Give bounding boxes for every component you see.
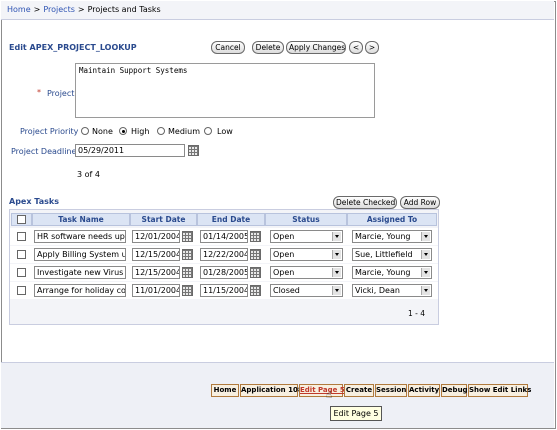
select-all-checkbox[interactable] xyxy=(17,215,26,224)
status-select[interactable]: Open xyxy=(270,248,343,261)
dev-link-edit-page[interactable]: Edit Page 5 xyxy=(299,384,345,397)
dev-link-session[interactable]: Session xyxy=(375,384,407,397)
row-checkbox[interactable] xyxy=(17,232,26,241)
breadcrumb-current: Projects and Tasks xyxy=(87,5,161,14)
project-label: Project xyxy=(47,89,75,98)
breadcrumb-home[interactable]: Home xyxy=(7,5,31,14)
dev-link-debug[interactable]: Debug xyxy=(441,384,468,397)
edit-form-title: Edit APEX_PROJECT_LOOKUP xyxy=(9,43,137,52)
row-checkbox[interactable] xyxy=(17,250,26,259)
deadline-label: Project Deadline xyxy=(11,147,77,156)
assigned-to-select[interactable]: Marcie, Young xyxy=(352,266,432,279)
column-header-start-date[interactable]: Start Date xyxy=(130,213,197,226)
status-value: Open xyxy=(273,268,295,277)
end-date-input[interactable]: 01/28/2005 xyxy=(200,266,248,279)
record-count: 3 of 4 xyxy=(77,170,100,179)
status-value: Open xyxy=(273,250,295,259)
status-select[interactable]: Open xyxy=(270,266,343,279)
project-textarea[interactable]: Maintain Support Systems xyxy=(75,63,375,118)
next-record-button[interactable]: > xyxy=(365,41,379,54)
priority-label: Project Priority xyxy=(20,127,79,136)
assigned-to-select[interactable]: Sue, Littlefield xyxy=(352,248,432,261)
start-date-input[interactable]: 11/01/2004 xyxy=(132,284,180,297)
task-name-input[interactable]: Arrange for holiday co xyxy=(34,284,126,297)
calendar-icon[interactable] xyxy=(250,285,261,296)
apply-changes-button[interactable]: Apply Changes xyxy=(286,41,346,54)
chevron-down-icon xyxy=(332,268,341,277)
priority-low-label: Low xyxy=(217,127,233,136)
calendar-icon[interactable] xyxy=(250,231,261,242)
breadcrumb-bar: Home > Projects > Projects and Tasks xyxy=(1,1,554,20)
tasks-region-title: Apex Tasks xyxy=(9,197,59,206)
column-header-assigned-to[interactable]: Assigned To xyxy=(347,213,437,226)
chevron-down-icon xyxy=(332,232,341,241)
hand-cursor-icon: ☝ xyxy=(326,390,333,401)
calendar-icon[interactable] xyxy=(182,267,193,278)
end-date-input[interactable]: 12/22/2004 xyxy=(200,248,248,261)
dev-link-create[interactable]: Create xyxy=(344,384,374,397)
required-indicator: * xyxy=(37,88,41,97)
chevron-down-icon xyxy=(332,286,341,295)
calendar-icon[interactable] xyxy=(182,231,193,242)
dev-link-show-edit-links[interactable]: Show Edit Links xyxy=(468,384,531,397)
row-checkbox[interactable] xyxy=(17,286,26,295)
chevron-down-icon xyxy=(421,232,430,241)
column-header-task-name[interactable]: Task Name xyxy=(32,213,130,226)
pagination-text: 1 - 4 xyxy=(408,309,426,318)
select-all-header xyxy=(11,213,32,226)
priority-high-label: High xyxy=(131,127,150,136)
priority-medium-label: Medium xyxy=(168,127,200,136)
delete-button[interactable]: Delete xyxy=(252,41,284,54)
breadcrumb-separator: > xyxy=(77,5,85,14)
task-name-input[interactable]: Apply Billing System u xyxy=(34,248,126,261)
add-row-button[interactable]: Add Row xyxy=(400,196,440,209)
dev-link-application[interactable]: Application 108 xyxy=(240,384,303,397)
tooltip: Edit Page 5 xyxy=(330,406,382,421)
status-value: Closed xyxy=(273,286,300,295)
breadcrumb-separator: > xyxy=(33,5,41,14)
start-date-input[interactable]: 12/15/2004 xyxy=(132,266,180,279)
calendar-icon[interactable] xyxy=(188,145,199,156)
assigned-to-value: Sue, Littlefield xyxy=(355,250,413,259)
end-date-input[interactable]: 11/15/2004 xyxy=(200,284,248,297)
breadcrumb: Home > Projects > Projects and Tasks xyxy=(7,5,161,14)
start-date-input[interactable]: 12/01/2004 xyxy=(132,230,180,243)
column-header-end-date[interactable]: End Date xyxy=(197,213,265,226)
end-date-input[interactable]: 01/14/2005 xyxy=(200,230,248,243)
assigned-to-value: Marcie, Young xyxy=(355,268,411,277)
breadcrumb-projects[interactable]: Projects xyxy=(43,5,75,14)
assigned-to-value: Marcie, Young xyxy=(355,232,411,241)
priority-none-radio[interactable] xyxy=(81,127,89,135)
status-value: Open xyxy=(273,232,295,241)
row-checkbox[interactable] xyxy=(17,268,26,277)
delete-checked-button[interactable]: Delete Checked xyxy=(333,196,397,209)
status-select[interactable]: Open xyxy=(270,230,343,243)
assigned-to-select[interactable]: Vicki, Dean xyxy=(352,284,432,297)
assigned-to-select[interactable]: Marcie, Young xyxy=(352,230,432,243)
chevron-down-icon xyxy=(421,250,430,259)
cancel-button[interactable]: Cancel xyxy=(211,41,245,54)
assigned-to-value: Vicki, Dean xyxy=(355,286,400,295)
priority-none-label: None xyxy=(92,127,113,136)
priority-low-radio[interactable] xyxy=(204,127,212,135)
calendar-icon[interactable] xyxy=(182,249,193,260)
task-name-input[interactable]: Investigate new Virus xyxy=(34,266,126,279)
calendar-icon[interactable] xyxy=(182,285,193,296)
chevron-down-icon xyxy=(421,268,430,277)
dev-link-home[interactable]: Home xyxy=(211,384,239,397)
chevron-down-icon xyxy=(421,286,430,295)
previous-record-button[interactable]: < xyxy=(349,41,363,54)
calendar-icon[interactable] xyxy=(250,249,261,260)
start-date-input[interactable]: 12/15/2004 xyxy=(132,248,180,261)
dev-link-activity[interactable]: Activity xyxy=(408,384,440,397)
chevron-down-icon xyxy=(332,250,341,259)
status-select[interactable]: Closed xyxy=(270,284,343,297)
calendar-icon[interactable] xyxy=(250,267,261,278)
priority-medium-radio[interactable] xyxy=(157,127,165,135)
task-name-input[interactable]: HR software needs up xyxy=(34,230,126,243)
priority-high-radio[interactable] xyxy=(119,127,127,135)
deadline-input[interactable]: 05/29/2011 xyxy=(75,144,185,157)
column-header-status[interactable]: Status xyxy=(265,213,347,226)
